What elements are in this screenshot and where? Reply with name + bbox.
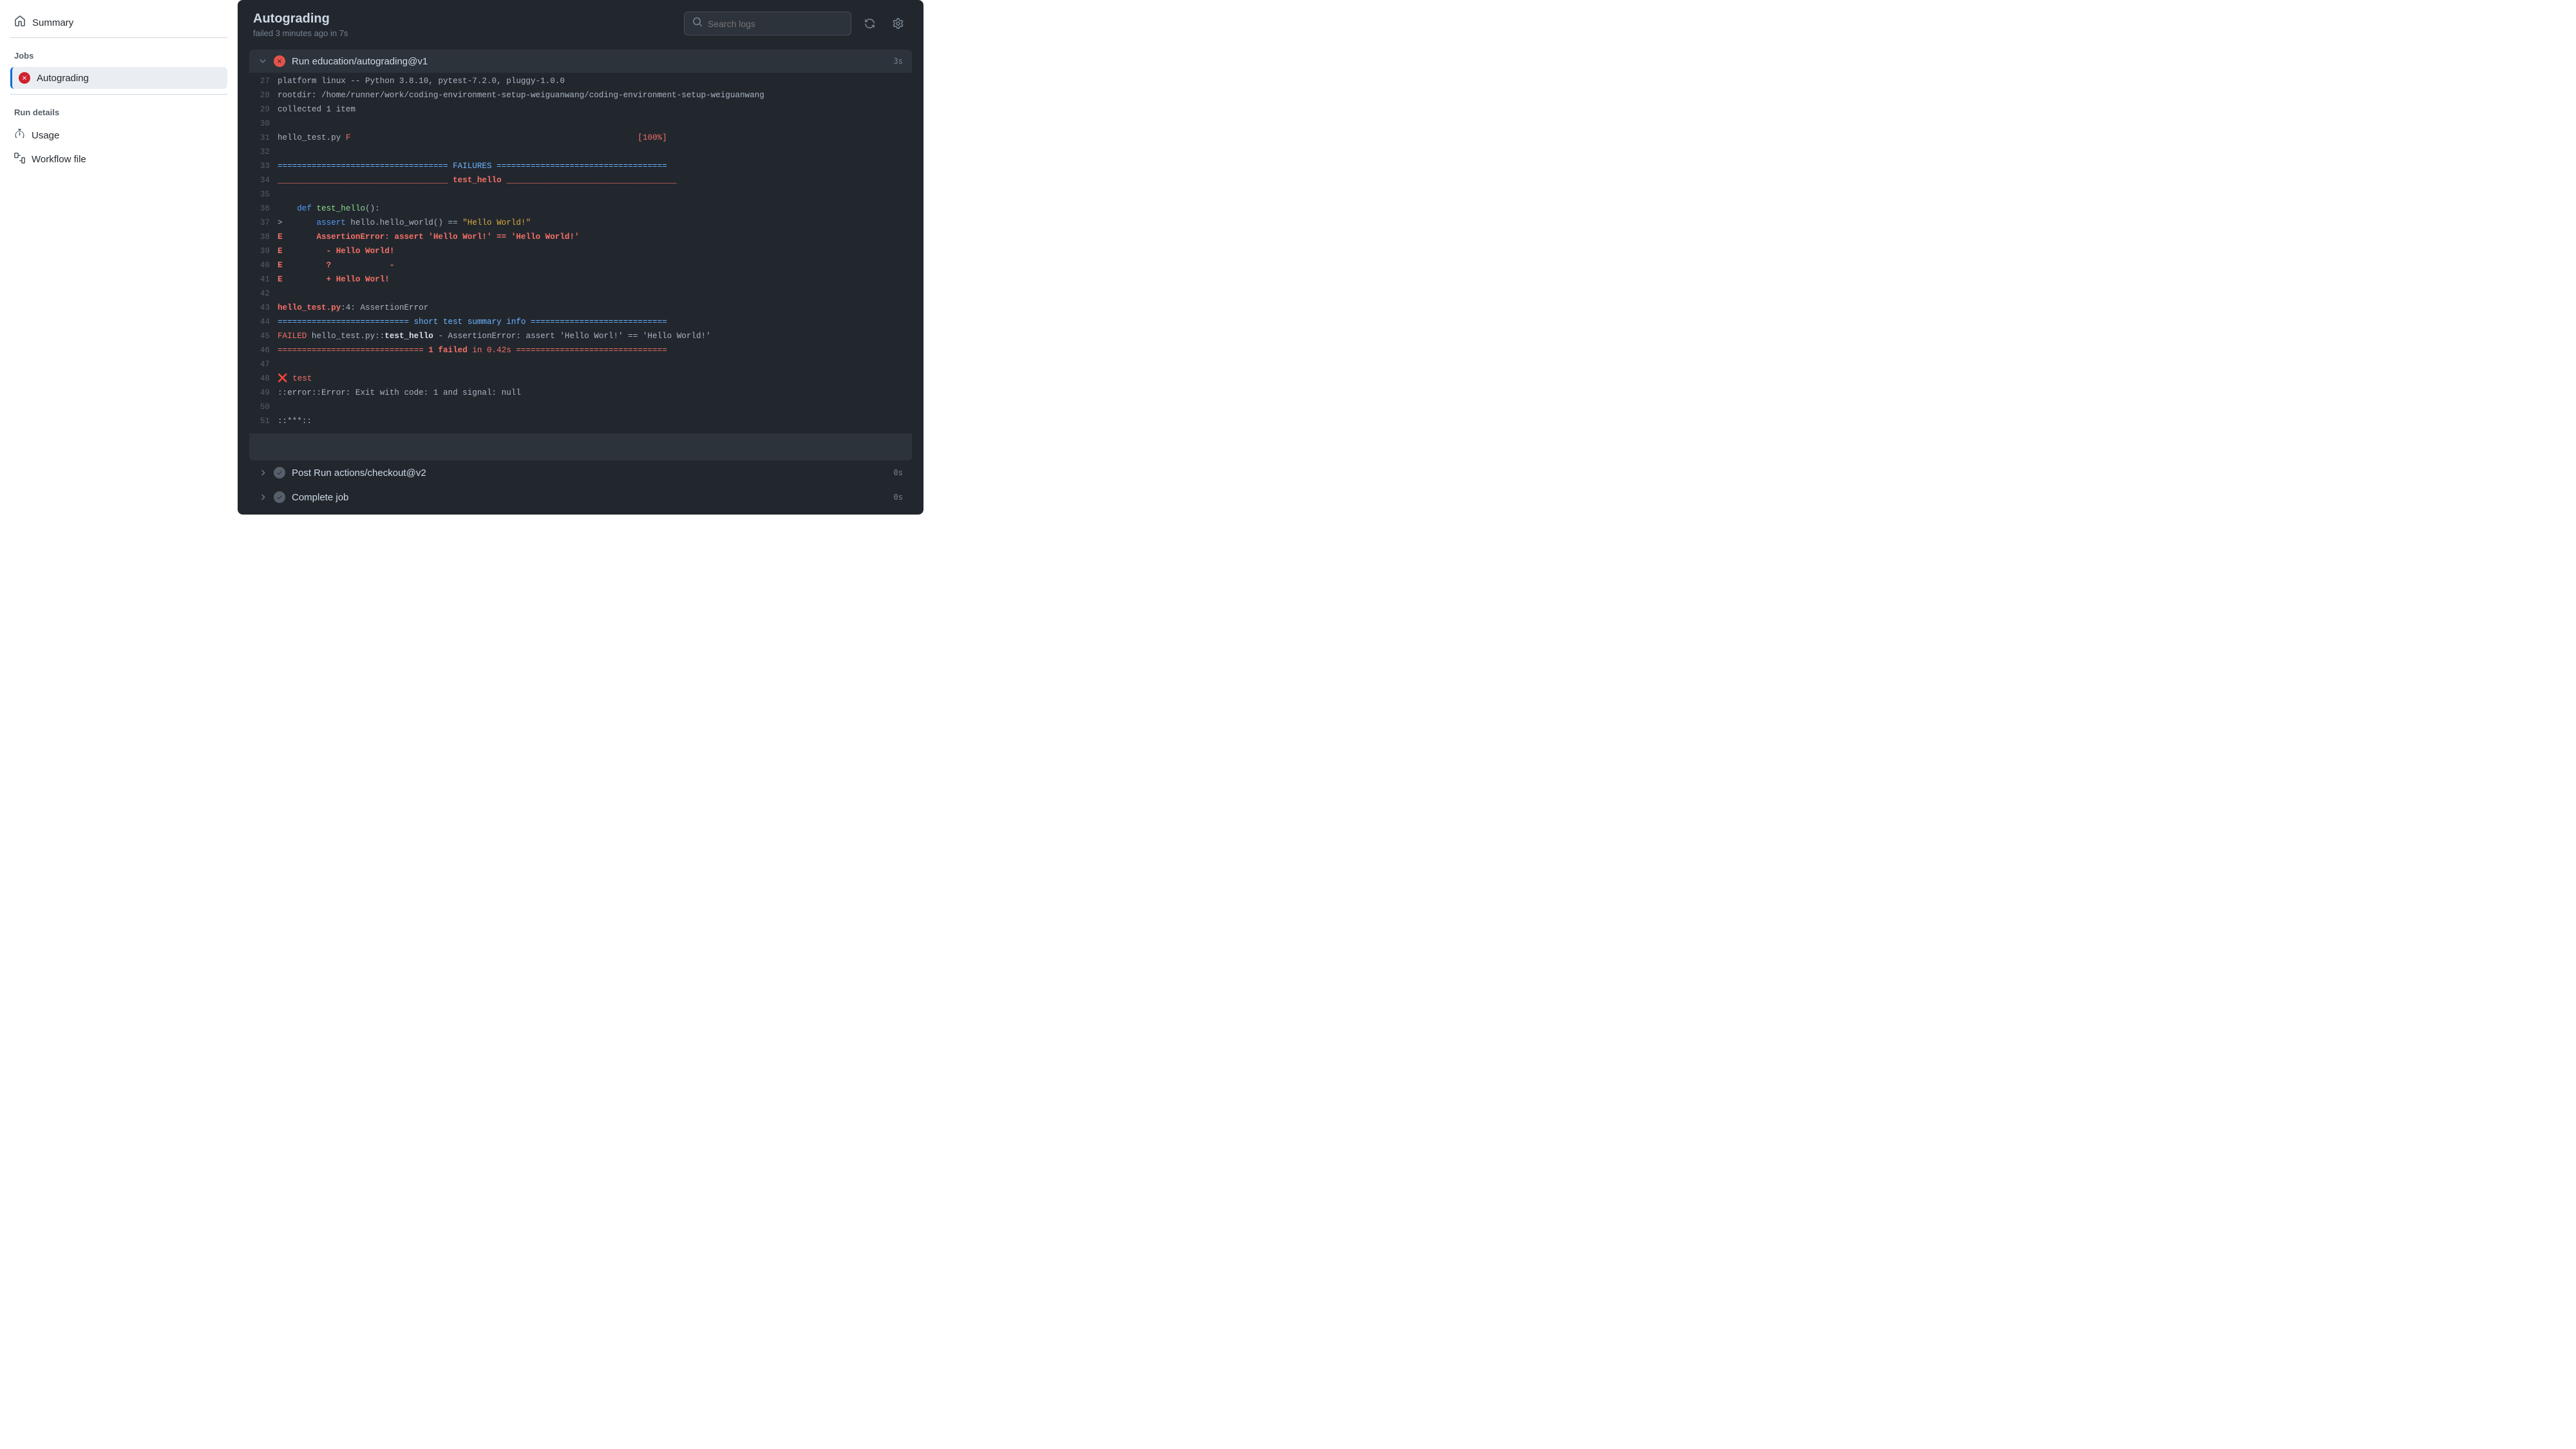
usage-label: Usage <box>32 130 59 141</box>
step-expanded: Run education/autograding@v1 3s 27platfo… <box>249 50 912 460</box>
step-duration: 0s <box>894 468 903 477</box>
log-line: 49::error::Error: Exit with code: 1 and … <box>249 386 912 400</box>
log-line: 44=========================== short test… <box>249 315 912 329</box>
fail-icon <box>19 72 30 84</box>
main-panel: Autograding failed 3 minutes ago in 7s <box>238 0 923 515</box>
log-line: 47 <box>249 357 912 372</box>
run-details-heading: Run details <box>10 105 227 124</box>
log-line: 28rootdir: /home/runner/work/coding-envi… <box>249 88 912 102</box>
log-line: 42 <box>249 287 912 301</box>
step-header[interactable]: Run education/autograding@v1 3s <box>249 50 912 73</box>
step-title: Post Run actions/checkout@v2 <box>292 468 887 478</box>
check-icon <box>274 491 285 503</box>
step-title: Run education/autograding@v1 <box>292 56 887 67</box>
summary-label: Summary <box>32 17 73 28</box>
page-subtitle: failed 3 minutes ago in 7s <box>253 28 348 38</box>
jobs-section: Jobs Autograding <box>10 48 227 95</box>
log-line: 27platform linux -- Python 3.8.10, pytes… <box>249 74 912 88</box>
log-output[interactable]: 27platform linux -- Python 3.8.10, pytes… <box>249 73 912 433</box>
step-title: Complete job <box>292 492 887 503</box>
log-line: 50 <box>249 400 912 414</box>
step-collapsed[interactable]: Complete job 0s <box>249 485 912 509</box>
step-collapsed[interactable]: Post Run actions/checkout@v2 0s <box>249 460 912 485</box>
log-line: 29collected 1 item <box>249 102 912 117</box>
log-line: 30 <box>249 117 912 131</box>
chevron-right-icon <box>258 468 267 477</box>
sidebar: Summary Jobs Autograding Run details Usa… <box>0 0 238 525</box>
check-icon <box>274 467 285 478</box>
step-duration: 0s <box>894 493 903 502</box>
log-line: 34___________________________________ te… <box>249 173 912 187</box>
steps-list: Run education/autograding@v1 3s 27platfo… <box>249 50 912 509</box>
usage-link[interactable]: Usage <box>10 124 227 147</box>
main-header: Autograding failed 3 minutes ago in 7s <box>249 12 912 50</box>
log-line: 46============================== 1 faile… <box>249 343 912 357</box>
chevron-down-icon <box>258 57 267 66</box>
workflow-icon <box>14 153 25 166</box>
log-line: 40E ? - <box>249 258 912 272</box>
log-line: 41E + Hello Worl! <box>249 272 912 287</box>
title-block: Autograding failed 3 minutes ago in 7s <box>253 12 348 38</box>
jobs-heading: Jobs <box>10 48 227 67</box>
log-line: 36 def test_hello(): <box>249 202 912 216</box>
home-icon <box>14 15 26 30</box>
log-line: 39E - Hello World! <box>249 244 912 258</box>
sidebar-item-autograding[interactable]: Autograding <box>10 67 227 89</box>
refresh-button[interactable] <box>859 14 880 34</box>
log-line: 38E AssertionError: assert 'Hello Worl!'… <box>249 230 912 244</box>
step-duration: 3s <box>894 57 903 66</box>
page-title: Autograding <box>253 12 348 26</box>
log-line: 37> assert hello.hello_world() == "Hello… <box>249 216 912 230</box>
workflow-file-link[interactable]: Workflow file <box>10 147 227 171</box>
chevron-right-icon <box>258 493 267 502</box>
header-tools <box>684 12 908 35</box>
log-line: 45FAILED hello_test.py::test_hello - Ass… <box>249 329 912 343</box>
log-line: 51::***:: <box>249 414 912 428</box>
search-box[interactable] <box>684 12 851 35</box>
search-input[interactable] <box>708 19 843 29</box>
log-line: 31hello_test.py F [100%] <box>249 131 912 145</box>
job-name-label: Autograding <box>37 73 89 84</box>
log-line: 33=================================== FA… <box>249 159 912 173</box>
settings-button[interactable] <box>887 14 908 34</box>
stopwatch-icon <box>14 129 25 142</box>
workflow-file-label: Workflow file <box>32 154 86 165</box>
log-line: 35 <box>249 187 912 202</box>
log-line: 48❌ test <box>249 372 912 386</box>
log-line: 43hello_test.py:4: AssertionError <box>249 301 912 315</box>
fail-icon <box>274 55 285 67</box>
log-line: 32 <box>249 145 912 159</box>
search-icon <box>692 17 703 30</box>
summary-link[interactable]: Summary <box>10 10 227 38</box>
